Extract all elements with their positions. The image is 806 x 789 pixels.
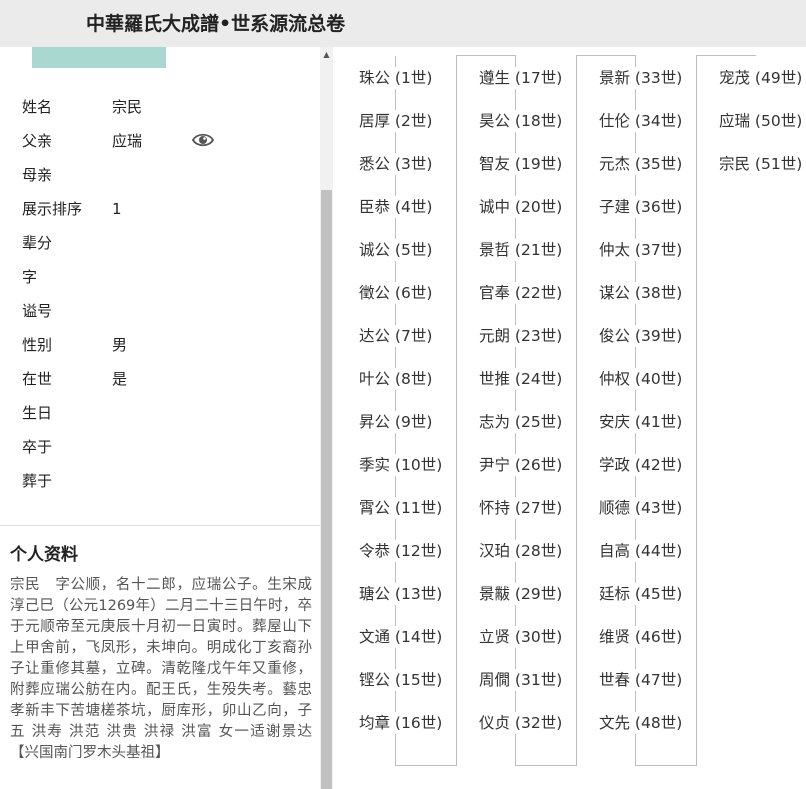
field-label: 展示排序 (22, 200, 83, 218)
ancestor-node[interactable]: 文先 (48世) (597, 712, 685, 734)
ancestor-node[interactable]: 安庆 (41世) (597, 411, 685, 433)
field-label: 葬于 (22, 472, 53, 490)
field-posthumous-name: 谥号 (22, 301, 312, 335)
ancestor-node[interactable]: 尹宁 (26世) (477, 454, 565, 476)
ancestor-node[interactable]: 臣恭 (4世) (357, 196, 435, 218)
field-death: 卒于 (22, 437, 312, 471)
ancestor-node[interactable]: 周僩 (31世) (477, 669, 565, 691)
ancestor-node[interactable]: 廷标 (45世) (597, 583, 685, 605)
ancestor-node[interactable]: 学政 (42世) (597, 454, 685, 476)
avatar (32, 47, 166, 68)
ancestor-node[interactable]: 居厚 (2世) (357, 110, 435, 132)
field-value: 应瑞 (112, 132, 143, 150)
ancestor-node[interactable]: 文通 (14世) (357, 626, 445, 648)
ancestor-node[interactable]: 珠公 (1世) (357, 67, 435, 89)
scroll-up-arrow-icon[interactable]: ▲ (320, 49, 333, 61)
ancestor-node[interactable]: 仲权 (40世) (597, 368, 685, 390)
field-courtesy-name: 字 (22, 267, 312, 301)
field-label: 卒于 (22, 438, 53, 456)
ancestor-node[interactable]: 顺德 (43世) (597, 497, 685, 519)
ancestor-node[interactable]: 昊公 (18世) (477, 110, 565, 132)
field-burial: 葬于 (22, 471, 312, 505)
field-label: 在世 (22, 370, 53, 388)
field-name: 姓名 宗民 (22, 97, 312, 131)
app-header: 中華羅氏大成譜•世系源流总卷 (0, 0, 806, 47)
ancestor-node[interactable]: 达公 (7世) (357, 325, 435, 347)
field-label: 生日 (22, 404, 53, 422)
ancestor-node[interactable]: 怀持 (27世) (477, 497, 565, 519)
field-order: 展示排序 1 (22, 199, 312, 233)
profile-title: 个人资料 (10, 545, 78, 565)
ancestor-node[interactable]: 昇公 (9世) (357, 411, 435, 433)
field-label: 辈分 (22, 234, 53, 252)
field-birthday: 生日 (22, 403, 312, 437)
ancestor-node[interactable]: 铿公 (15世) (357, 669, 445, 691)
ancestor-node[interactable]: 志为 (25世) (477, 411, 565, 433)
ancestor-node[interactable]: 官奉 (22世) (477, 282, 565, 304)
field-label: 性别 (22, 336, 53, 354)
scroll-thumb[interactable] (321, 190, 332, 789)
field-label: 姓名 (22, 98, 53, 116)
person-detail-panel: 姓名 宗民 父亲 应瑞 母亲 展示排序 1 辈分 字 谥号 性别 男 在世 是 (0, 47, 320, 789)
ancestor-node[interactable]: 悉公 (3世) (357, 153, 435, 175)
field-label: 母亲 (22, 166, 53, 184)
field-label: 父亲 (22, 132, 53, 150)
field-alive: 在世 是 (22, 369, 312, 403)
ancestor-node[interactable]: 仕伦 (34世) (597, 110, 685, 132)
ancestor-node[interactable]: 自高 (44世) (597, 540, 685, 562)
field-value: 男 (112, 336, 128, 354)
field-value: 宗民 (112, 98, 143, 116)
ancestor-node[interactable]: 仲太 (37世) (597, 239, 685, 261)
field-label: 谥号 (22, 302, 53, 320)
ancestor-node[interactable]: 均章 (16世) (357, 712, 445, 734)
ancestor-node[interactable]: 仪贞 (32世) (477, 712, 565, 734)
ancestor-node[interactable]: 宗民 (51世) (717, 153, 805, 175)
ancestor-node[interactable]: 诚公 (5世) (357, 239, 435, 261)
field-label: 字 (22, 268, 38, 286)
ancestor-node[interactable]: 霄公 (11世) (357, 497, 445, 519)
ancestor-node[interactable]: 徵公 (6世) (357, 282, 435, 304)
eye-icon[interactable] (192, 129, 214, 151)
field-gender: 性别 男 (22, 335, 312, 369)
page-title: 中華羅氏大成譜•世系源流总卷 (86, 13, 346, 35)
divider (0, 525, 320, 526)
field-mother: 母亲 (22, 165, 312, 199)
ancestor-node[interactable]: 叶公 (8世) (357, 368, 435, 390)
ancestor-node[interactable]: 元杰 (35世) (597, 153, 685, 175)
ancestor-node[interactable]: 令恭 (12世) (357, 540, 445, 562)
field-father: 父亲 应瑞 (22, 131, 312, 165)
ancestor-node[interactable]: 瑭公 (13世) (357, 583, 445, 605)
ancestor-node[interactable]: 宠茂 (49世) (717, 67, 805, 89)
ancestor-node[interactable]: 汉珀 (28世) (477, 540, 565, 562)
ancestor-node[interactable]: 谋公 (38世) (597, 282, 685, 304)
ancestor-node[interactable]: 维贤 (46世) (597, 626, 685, 648)
ancestor-node[interactable]: 立贤 (30世) (477, 626, 565, 648)
ancestor-node[interactable]: 季实 (10世) (357, 454, 445, 476)
left-panel-scrollbar[interactable]: ▲ (320, 47, 333, 789)
field-generation: 辈分 (22, 233, 312, 267)
lineage-tree: 珠公 (1世) 居厚 (2世) 悉公 (3世) 臣恭 (4世) 诚公 (5世) 徵公 (6… (333, 47, 806, 789)
ancestor-node[interactable]: 世推 (24世) (477, 368, 565, 390)
field-value: 是 (112, 370, 128, 388)
ancestor-node[interactable]: 应瑞 (50世) (717, 110, 805, 132)
profile-text: 宗民 字公顺，名十二郎，应瑞公子。生宋成淳己巳（公元1269年）二月二十三日午时… (10, 577, 312, 761)
ancestor-node[interactable]: 遵生 (17世) (477, 67, 565, 89)
ancestor-node[interactable]: 诚中 (20世) (477, 196, 565, 218)
ancestor-node[interactable]: 子建 (36世) (597, 196, 685, 218)
ancestor-node[interactable]: 景黻 (29世) (477, 583, 565, 605)
ancestor-node[interactable]: 元朗 (23世) (477, 325, 565, 347)
ancestor-node[interactable]: 智友 (19世) (477, 153, 565, 175)
ancestor-node[interactable]: 景新 (33世) (597, 67, 685, 89)
ancestor-node[interactable]: 景哲 (21世) (477, 239, 565, 261)
ancestor-node[interactable]: 俊公 (39世) (597, 325, 685, 347)
ancestor-node[interactable]: 世春 (47世) (597, 669, 685, 691)
field-value: 1 (112, 200, 122, 218)
